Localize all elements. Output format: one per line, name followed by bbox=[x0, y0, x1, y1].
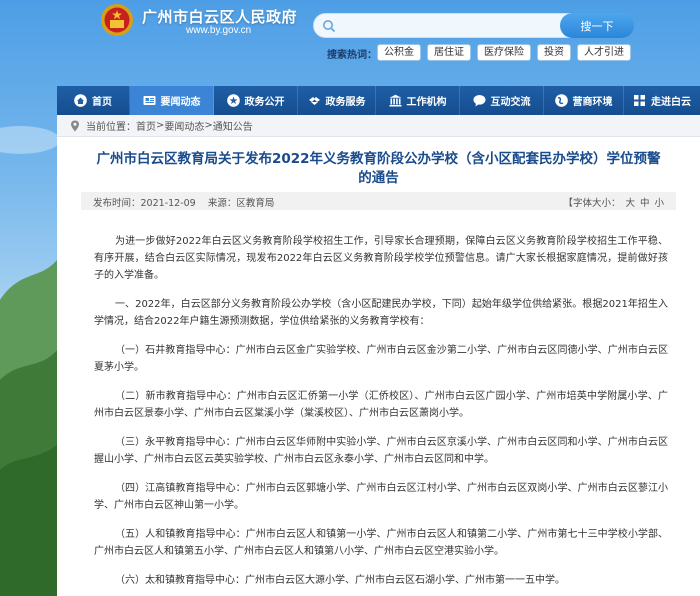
hot-tag[interactable]: 投资 bbox=[537, 44, 571, 61]
breadcrumb-separator: > bbox=[204, 120, 213, 131]
hot-tag[interactable]: 公积金 bbox=[377, 44, 421, 61]
article-title-line: 广州市白云区教育局关于发布2022年义务教育阶段公办学校（含小区配套民办学校）学… bbox=[96, 151, 661, 167]
article-paragraph: （六）太和镇教育指导中心：广州市白云区大源小学、广州市白云区石湖小学、广州市第一… bbox=[115, 575, 565, 586]
font-size-control: 【字体大小： 大中小 bbox=[563, 195, 664, 209]
nav-label: 要闻动态 bbox=[160, 97, 201, 108]
hot-tag[interactable]: 居住证 bbox=[427, 44, 471, 61]
globe-icon bbox=[554, 94, 568, 107]
article-paragraph: （一）石井教育指导中心：广州市白云区金广实验学校、广州市白云区金沙第二小学、广州… bbox=[94, 345, 668, 373]
nav-item-home[interactable]: 首页 bbox=[57, 86, 130, 115]
article-paragraph: 一、2022年，白云区部分义务教育阶段公办学校（含小区配建民办学校，下同）起始年… bbox=[94, 299, 668, 327]
hot-tag[interactable]: 人才引进 bbox=[577, 44, 631, 61]
article-meta-bar: 发布时间：2021-12-09 来源：区教育局 【字体大小： 大中小 bbox=[81, 192, 676, 210]
nav-label: 政务服务 bbox=[325, 97, 366, 108]
breadcrumb-prefix: 当前位置： bbox=[86, 122, 136, 133]
article-body: 为进一步做好2022年白云区义务教育阶段学校招生工作，引导家长合理预期，保障白云… bbox=[94, 233, 668, 596]
nav-label: 政务公开 bbox=[244, 97, 285, 108]
publish-date: 2021-12-09 bbox=[140, 198, 196, 209]
article-title-line: 的通告 bbox=[358, 170, 399, 186]
hot-words-list: 公积金 居住证 医疗保险 投资 人才引进 bbox=[377, 44, 631, 61]
home-icon bbox=[74, 94, 87, 107]
source-label: 来源： bbox=[207, 198, 237, 209]
breadcrumb-separator: > bbox=[156, 120, 165, 131]
search-icon bbox=[323, 20, 336, 33]
hot-words-label: 搜索热词： bbox=[327, 50, 377, 61]
breadcrumb: 当前位置： 首页 > 要闻动态 > 通知公告 bbox=[57, 115, 700, 137]
breadcrumb-link-news[interactable]: 要闻动态 bbox=[164, 118, 204, 133]
search-input[interactable] bbox=[340, 17, 560, 35]
nav-item-news[interactable]: 要闻动态 bbox=[130, 86, 214, 115]
article-meta: 发布时间：2021-12-09 来源：区教育局 bbox=[93, 195, 274, 209]
breadcrumb-link-home[interactable]: 首页 bbox=[136, 118, 156, 133]
font-size-label: 字体大小： bbox=[572, 198, 621, 209]
nav-item-gov-open[interactable]: 政务公开 bbox=[214, 86, 298, 115]
font-size-medium[interactable]: 中 bbox=[640, 198, 650, 209]
nav-label: 营商环境 bbox=[572, 97, 613, 108]
nav-label: 工作机构 bbox=[406, 97, 447, 108]
article-paragraph: （三）永平教育指导中心：广州市白云区华师附中实验小学、广州市白云区京溪小学、广州… bbox=[94, 437, 668, 465]
search-button[interactable]: 搜一下 bbox=[560, 13, 634, 38]
site-title: 广州市白云区人民政府 bbox=[142, 8, 298, 26]
font-size-bracket-icon: 【 bbox=[563, 198, 573, 209]
building-icon bbox=[389, 94, 401, 107]
nav-item-agencies[interactable]: 工作机构 bbox=[376, 86, 460, 115]
nav-label: 首页 bbox=[92, 97, 112, 108]
article-paragraph: （四）江高镇教育指导中心：广州市白云区郭塘小学、广州市白云区江村小学、广州市白云… bbox=[94, 483, 668, 511]
article-paragraph: （五）人和镇教育指导中心：广州市白云区人和镇第一小学、广州市白云区人和镇第二小学… bbox=[94, 529, 668, 557]
hands-icon bbox=[308, 97, 320, 105]
breadcrumb-link-notices[interactable]: 通知公告 bbox=[213, 118, 253, 133]
nav-item-gov-service[interactable]: 政务服务 bbox=[298, 86, 376, 115]
article-paragraph: 为进一步做好2022年白云区义务教育阶段学校招生工作，引导家长合理预期，保障白云… bbox=[94, 236, 668, 281]
nav-label: 互动交流 bbox=[490, 97, 531, 108]
nav-item-interaction[interactable]: 互动交流 bbox=[460, 86, 544, 115]
chat-icon bbox=[473, 95, 485, 107]
location-pin-icon bbox=[71, 120, 79, 131]
nav-label: 走进白云 bbox=[651, 97, 691, 108]
news-icon bbox=[143, 96, 155, 105]
nav-item-business-env[interactable]: 营商环境 bbox=[544, 86, 624, 115]
source-value: 区教育局 bbox=[236, 198, 275, 209]
content-panel: 当前位置： 首页 > 要闻动态 > 通知公告 广州市白云区教育局关于发布2022… bbox=[57, 115, 700, 596]
font-size-large[interactable]: 大 bbox=[625, 198, 635, 209]
national-emblem-icon bbox=[101, 4, 133, 36]
article-title: 广州市白云区教育局关于发布2022年义务教育阶段公办学校（含小区配套民办学校）学… bbox=[87, 150, 670, 188]
font-size-small[interactable]: 小 bbox=[654, 198, 664, 209]
main-nav: 首页 要闻动态 政务公开 政务服务 工作机构 互动交流 营商环境 走进白云 bbox=[57, 86, 700, 115]
article-paragraph: （二）新市教育指导中心：广州市白云区汇侨第一小学（汇侨校区）、广州市白云区广园小… bbox=[94, 391, 668, 419]
grid-icon bbox=[634, 95, 645, 106]
nav-item-explore-baiyun[interactable]: 走进白云 bbox=[624, 86, 700, 115]
site-url: www.by.gov.cn bbox=[186, 25, 252, 36]
hot-tag[interactable]: 医疗保险 bbox=[477, 44, 531, 61]
star-icon bbox=[226, 94, 240, 107]
publish-label: 发布时间： bbox=[93, 198, 141, 209]
site-header: 广州市白云区人民政府 www.by.gov.cn 搜一下 搜索热词： 公积金 居… bbox=[0, 0, 700, 86]
